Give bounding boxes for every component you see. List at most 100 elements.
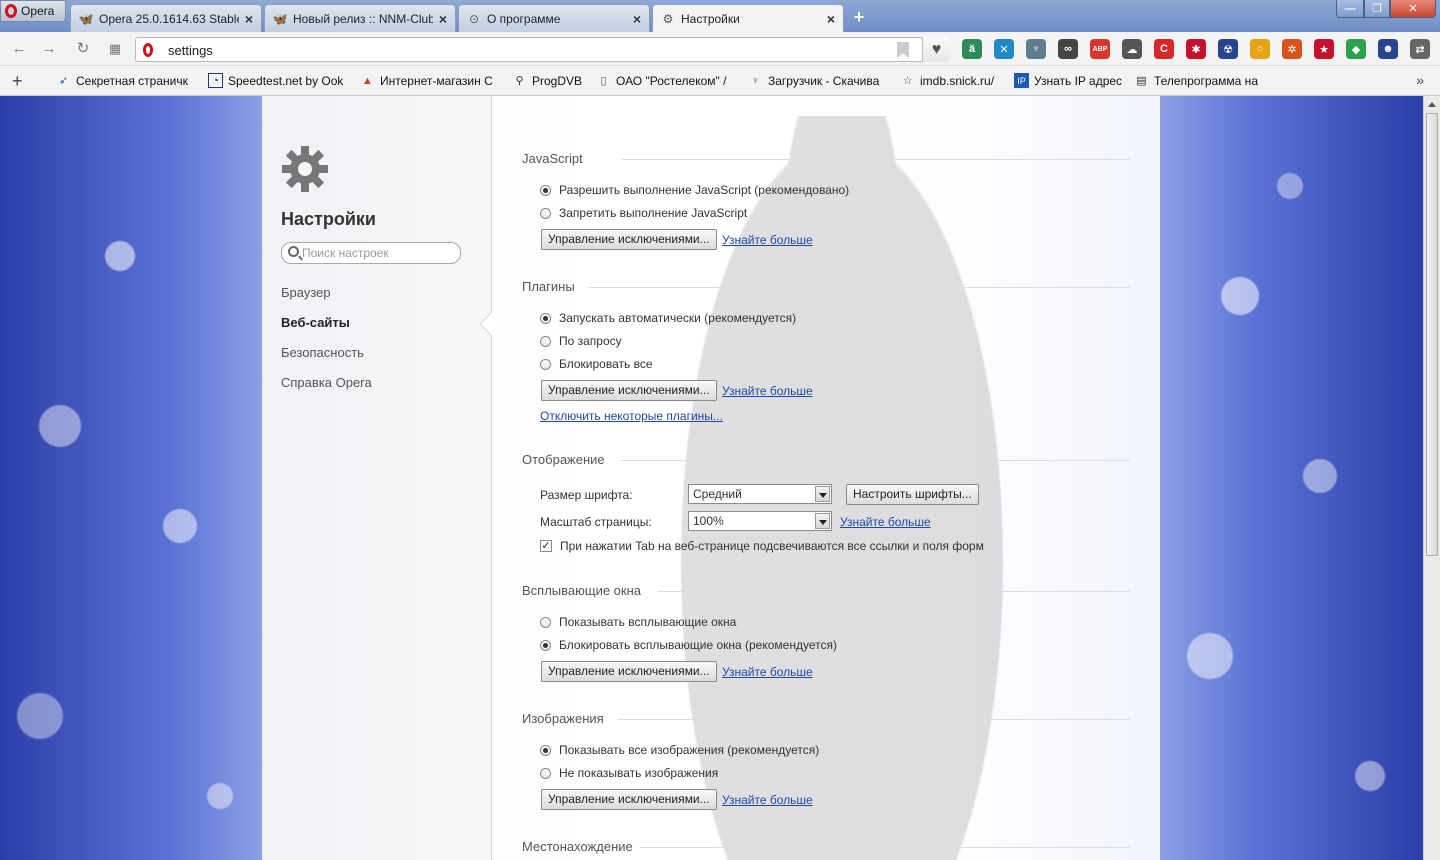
- radio-images-show[interactable]: Показывать все изображения (рекомендуетс…: [540, 743, 819, 757]
- network-icon[interactable]: ✲: [1282, 39, 1302, 59]
- reload-button[interactable]: ↻: [74, 40, 92, 58]
- maximize-button[interactable]: ❐: [1364, 0, 1390, 18]
- radio-button[interactable]: [540, 207, 551, 219]
- speedtest-icon: ◔: [208, 73, 223, 88]
- radio-button[interactable]: [540, 312, 551, 324]
- close-window-button[interactable]: ✕: [1390, 0, 1436, 18]
- font-size-select[interactable]: Средний: [688, 484, 832, 504]
- checkbox[interactable]: ✓: [540, 540, 552, 552]
- bookmark-item[interactable]: ▤ Телепрограмма на: [1134, 73, 1270, 88]
- translate-icon[interactable]: ä: [962, 39, 982, 59]
- search-input[interactable]: [302, 245, 452, 261]
- radio-button[interactable]: [540, 184, 551, 196]
- tab-opera-release[interactable]: 🦋 Opera 25.0.1614.63 Stable | ×: [70, 4, 262, 32]
- zoom-learn-more-link[interactable]: Узнайте больше: [840, 515, 931, 529]
- zoom-select[interactable]: 100%: [688, 511, 832, 531]
- bookmark-item[interactable]: ◔ Speedtest.net by Ook: [208, 73, 344, 88]
- radio-plugins-block[interactable]: Блокировать все: [540, 357, 653, 371]
- close-icon[interactable]: ×: [245, 11, 253, 27]
- bookmark-label: Speedtest.net by Ook: [228, 73, 344, 88]
- radio-popups-block[interactable]: Блокировать всплывающие окна (рекомендуе…: [540, 638, 837, 652]
- bookmark-item[interactable]: ♆ Загрузчик - Скачива: [748, 73, 884, 88]
- bookmark-item[interactable]: ▲ Интернет-магазин С: [360, 73, 496, 88]
- plugins-manage-exceptions-button[interactable]: Управление исключениями...: [541, 380, 717, 401]
- asterisk-icon[interactable]: ✱: [1186, 39, 1206, 59]
- tab-highlight-option[interactable]: ✓ При нажатии Tab на веб-странице подсве…: [540, 539, 984, 553]
- js-manage-exceptions-button[interactable]: Управление исключениями...: [541, 229, 717, 250]
- images-manage-exceptions-button[interactable]: Управление исключениями...: [541, 789, 717, 810]
- shield-icon[interactable]: ♆: [1026, 39, 1046, 59]
- c-icon[interactable]: C: [1154, 39, 1174, 59]
- bookmark-item[interactable]: ⚲ ProgDVB: [512, 73, 588, 88]
- radio-plugins-on-demand[interactable]: По запросу: [540, 334, 622, 348]
- sync-icon[interactable]: ⇄: [1410, 39, 1430, 59]
- sidebar-item-security[interactable]: Безопасность: [281, 345, 364, 360]
- back-button[interactable]: ←: [10, 40, 28, 58]
- address-input[interactable]: settings: [168, 43, 213, 58]
- binoculars-icon[interactable]: ∞: [1058, 39, 1078, 59]
- new-tab-button[interactable]: +: [848, 6, 870, 28]
- close-icon[interactable]: ×: [633, 11, 641, 27]
- bookmark-item[interactable]: ☆ imdb.snick.ru/: [900, 73, 1006, 88]
- radio-button[interactable]: [540, 335, 551, 347]
- close-icon[interactable]: ×: [827, 11, 835, 27]
- popups-learn-more-link[interactable]: Узнайте больше: [722, 665, 813, 679]
- sidebar-item-websites[interactable]: Веб-сайты: [281, 315, 350, 330]
- tab-nnm-club[interactable]: 🦋 Новый релиз :: NNM-Club ×: [264, 4, 456, 32]
- divider: [658, 591, 1130, 592]
- bookmark-item[interactable]: ➶ Секретная страничк: [56, 73, 192, 88]
- radio-js-block[interactable]: Запретить выполнение JavaScript: [540, 206, 747, 220]
- customize-fonts-button[interactable]: Настроить шрифты...: [846, 484, 979, 505]
- radio-button[interactable]: [540, 744, 551, 756]
- more-bookmarks-chevron-icon[interactable]: »: [1416, 72, 1424, 88]
- radio-js-allow[interactable]: Разрешить выполнение JavaScript (рекомен…: [540, 183, 849, 197]
- add-bookmark-button[interactable]: +: [12, 71, 23, 92]
- forward-button[interactable]: →: [40, 40, 58, 58]
- js-learn-more-link[interactable]: Узнайте больше: [722, 233, 813, 247]
- disable-plugins-link[interactable]: Отключить некоторые плагины...: [540, 409, 723, 423]
- owl-icon[interactable]: ☻: [1378, 39, 1398, 59]
- popups-manage-exceptions-button[interactable]: Управление исключениями...: [541, 661, 717, 682]
- radio-button[interactable]: [540, 358, 551, 370]
- shield-icon: ♆: [751, 74, 760, 87]
- settings-search[interactable]: [281, 242, 461, 264]
- scrollbar-thumb[interactable]: [1426, 113, 1438, 556]
- close-icon[interactable]: ×: [439, 11, 447, 27]
- speed-dial-grid-icon[interactable]: ▦: [106, 40, 124, 58]
- page-title: Настройки: [281, 209, 376, 229]
- page-scrollbar[interactable]: [1423, 96, 1440, 860]
- plugins-learn-more-link[interactable]: Узнайте больше: [722, 384, 813, 398]
- radio-popups-show[interactable]: Показывать всплывающие окна: [540, 615, 736, 629]
- section-title-location: Местонахождение: [522, 839, 633, 854]
- tab-about[interactable]: ⊙ О программе ×: [458, 4, 650, 32]
- opera-menu-button[interactable]: Opera: [0, 0, 66, 22]
- cloud-download-icon[interactable]: ☁: [1122, 39, 1142, 59]
- radio-button[interactable]: [540, 616, 551, 628]
- scroll-up-arrow-icon[interactable]: [1428, 102, 1436, 107]
- star-icon[interactable]: ★: [1314, 39, 1334, 59]
- sidebar-item-browser[interactable]: Браузер: [281, 285, 331, 300]
- stash-heart-icon[interactable]: ♥: [922, 37, 950, 62]
- radio-label: Не показывать изображения: [559, 766, 719, 780]
- sidebar-item-help[interactable]: Справка Opera: [281, 375, 372, 390]
- chevron-down-icon[interactable]: [815, 513, 830, 529]
- minimize-button[interactable]: —: [1336, 0, 1364, 18]
- images-learn-more-link[interactable]: Узнайте больше: [722, 793, 813, 807]
- bookmark-flag-icon[interactable]: [897, 42, 909, 58]
- radio-plugins-auto[interactable]: Запускать автоматически (рекомендуется): [540, 311, 796, 325]
- gem-icon[interactable]: ◆: [1346, 39, 1366, 59]
- font-size-label: Размер шрифта:: [540, 488, 633, 502]
- radio-button[interactable]: [540, 767, 551, 779]
- settings-page: Настройки Браузер Веб-сайты Безопасность…: [262, 96, 1160, 860]
- bookmark-item[interactable]: IP Узнать IP адрес: [1014, 73, 1126, 88]
- adblock-icon[interactable]: ABP: [1090, 39, 1110, 59]
- bookmark-item[interactable]: ▯ ОАО "Ростелеком" /: [596, 73, 732, 88]
- tab-settings[interactable]: ⚙ Настройки ×: [652, 4, 844, 32]
- radio-button[interactable]: [540, 639, 551, 651]
- radio-images-hide[interactable]: Не показывать изображения: [540, 766, 718, 780]
- chevron-down-icon[interactable]: [815, 486, 830, 502]
- puzzle-icon[interactable]: ✕: [994, 39, 1014, 59]
- address-bar[interactable]: settings ♥: [135, 37, 950, 62]
- radiation-icon[interactable]: ☢: [1218, 39, 1238, 59]
- ring-icon[interactable]: ○: [1250, 39, 1270, 59]
